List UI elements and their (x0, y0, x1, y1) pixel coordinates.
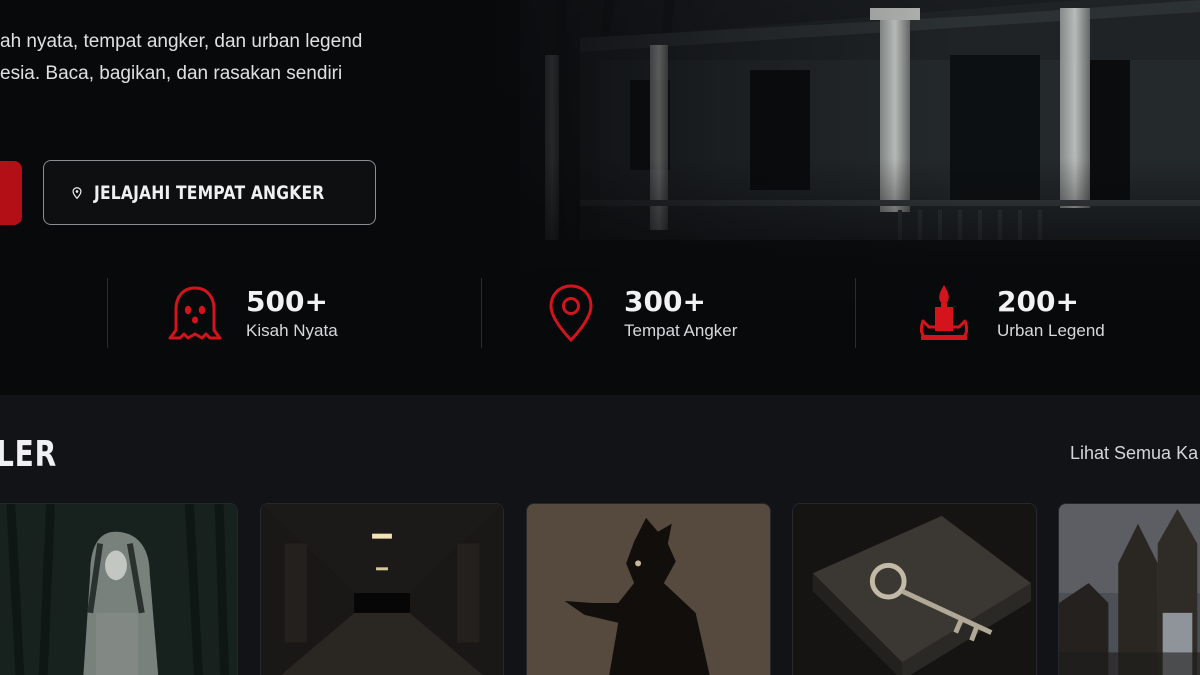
dark-corridor-image (261, 504, 503, 675)
story-card[interactable] (0, 503, 238, 675)
story-card[interactable] (792, 503, 1037, 675)
section-title: LER (0, 434, 58, 475)
stat-number: 200+ (997, 285, 1079, 318)
see-all-link[interactable]: Lihat Semua Ka (1070, 443, 1198, 464)
story-card[interactable] (260, 503, 504, 675)
hero-section: ah nyata, tempat angker, dan urban legen… (0, 0, 1200, 395)
hero-description-line: esia. Baca, bagikan, dan rasakan sendiri (0, 63, 343, 84)
hero-description-line: ah nyata, tempat angker, dan urban legen… (0, 31, 363, 52)
story-card[interactable] (1058, 503, 1200, 675)
story-card[interactable] (526, 503, 771, 675)
ghost-icon (164, 282, 226, 344)
stat-label: Kisah Nyata (246, 321, 338, 340)
stat-kisah-nyata: 500+ Kisah Nyata (164, 278, 338, 348)
ghost-woman-forest-image (0, 504, 237, 675)
stat-label: Urban Legend (997, 321, 1105, 340)
explore-button-label: JELAJAHI TEMPAT ANGKER (94, 181, 325, 204)
shadow-demon-image (527, 504, 770, 675)
candle-icon (913, 282, 975, 344)
location-pin-icon (540, 282, 602, 344)
old-book-key-image (793, 504, 1036, 675)
stat-number: 300+ (624, 285, 706, 318)
stat-label: Tempat Angker (624, 321, 738, 340)
explore-haunted-places-button[interactable]: JELAJAHI TEMPAT ANGKER (43, 160, 376, 225)
stat-divider (855, 278, 856, 348)
stat-urban-legend: 200+ Urban Legend (913, 278, 1105, 348)
primary-cta-button[interactable] (0, 161, 22, 225)
stat-number: 500+ (246, 285, 328, 318)
location-pin-icon (72, 186, 82, 199)
stat-divider (481, 278, 482, 348)
stat-divider (107, 278, 108, 348)
temple-gate-image (1059, 504, 1200, 675)
stat-tempat-angker: 300+ Tempat Angker (540, 278, 737, 348)
hero-description: ah nyata, tempat angker, dan urban legen… (0, 26, 440, 90)
